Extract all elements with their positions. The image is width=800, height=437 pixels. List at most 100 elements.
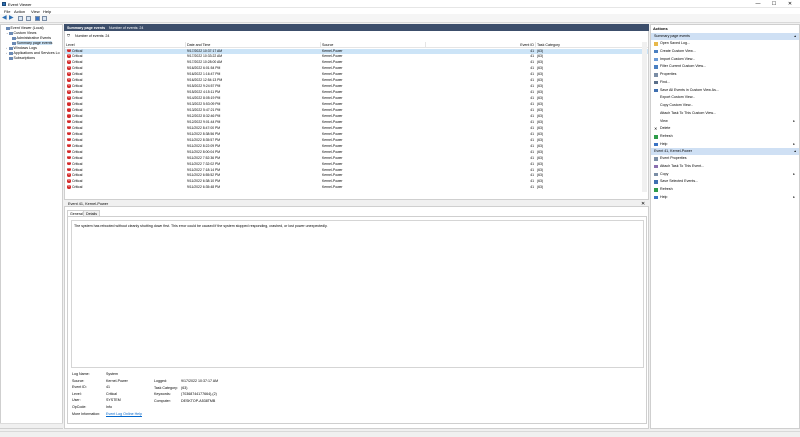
detail-header: Event 41, Kernel-Power ✕ (64, 199, 649, 207)
critical-icon (67, 96, 71, 100)
filter-icon (654, 65, 658, 69)
collapse-arrow-icon[interactable]: ▴ (794, 33, 796, 40)
filter-icon (12, 36, 16, 40)
task-icon (654, 164, 658, 169)
event-description: The system has rebooted without cleanly … (71, 220, 644, 368)
filter-icon[interactable]: ⛉ (67, 33, 70, 38)
up-folder-icon[interactable] (18, 15, 23, 21)
cell-task-category: (63) (537, 185, 544, 190)
critical-icon (67, 72, 71, 76)
action-save-selected-events[interactable]: Save Selected Events... (653, 178, 799, 186)
actions-section-event[interactable]: Event 41, Kernel-Power ▴ (651, 148, 799, 155)
action-create-custom-view[interactable]: Create Custom View... (653, 48, 799, 56)
help-icon[interactable] (35, 15, 40, 21)
action-attach-task-to-this-event[interactable]: Attach Task To This Event... (653, 163, 799, 171)
tree-item-applications-services[interactable]: › Applications and Services Lo (6, 51, 60, 55)
tree-item-custom-views[interactable]: ⌄ Custom Views (6, 31, 36, 35)
action-refresh[interactable]: Refresh (653, 133, 799, 141)
action-delete[interactable]: ✕ Delete (653, 125, 799, 133)
tree-item-subscriptions[interactable]: Subscriptions (6, 56, 35, 60)
critical-icon (67, 107, 71, 112)
property-label: Event ID: (72, 385, 87, 390)
back-arrow-icon[interactable]: ◀ (2, 15, 7, 21)
subscriptions-icon (9, 56, 13, 60)
property-value: (63) (181, 385, 188, 390)
properties-icon (654, 157, 658, 161)
column-source[interactable]: Source (321, 42, 426, 48)
tree-item-windows-logs[interactable]: › Windows Logs (6, 46, 37, 50)
action-copy-custom-view[interactable]: Copy Custom View... (653, 102, 799, 110)
close-button[interactable]: ✕ (784, 0, 796, 8)
help-icon (654, 195, 658, 200)
property-label: Log Name: (72, 372, 90, 376)
tree-item-administrative-events[interactable]: Administrative Events (12, 36, 51, 40)
filter-count: Number of events: 24 (75, 33, 110, 38)
close-icon[interactable]: ✕ (641, 201, 645, 207)
critical-icon (67, 66, 71, 70)
action-open-saved-log[interactable]: Open Saved Log... (653, 40, 799, 48)
folder-icon (9, 46, 13, 50)
collapse-arrow-icon[interactable]: ▴ (794, 148, 796, 155)
property-value: (70368744177664),(2) (181, 392, 217, 397)
action-view[interactable]: View ▸ (653, 118, 799, 126)
action-refresh[interactable]: Refresh (653, 186, 799, 194)
critical-icon (67, 179, 71, 183)
show-hide-tree-icon[interactable] (26, 15, 31, 21)
action-find[interactable]: Find... (653, 79, 799, 87)
folder-icon (9, 51, 13, 55)
critical-icon (67, 173, 71, 178)
properties-icon (654, 73, 658, 77)
maximize-button[interactable]: ☐ (768, 0, 780, 8)
property-value: Info (106, 405, 112, 409)
center-count: Number of events: 24 (109, 25, 144, 30)
action-export-custom-view[interactable]: Export Custom View... (653, 94, 799, 102)
property-label: Task Category: (154, 385, 178, 390)
action-properties[interactable]: Properties (653, 71, 799, 79)
actions-section-summary[interactable]: Summary page events ▴ (651, 33, 799, 40)
critical-icon (67, 54, 71, 59)
filter-bar: ⛉ Number of events: 24 (65, 33, 648, 39)
cell-level: Critical (72, 185, 83, 190)
column-event-id[interactable]: Event ID (426, 42, 536, 48)
events-grid: Level Date and Time Source Event ID Task… (65, 42, 648, 192)
show-hide-action-pane-icon[interactable] (42, 15, 47, 21)
center-title: Summary page events (67, 25, 106, 30)
action-copy[interactable]: Copy ▸ (653, 171, 799, 179)
critical-icon (67, 84, 71, 88)
critical-icon (67, 137, 71, 142)
action-attach-task-to-this-custom-view[interactable]: Attach Task To This Custom View... (653, 110, 799, 118)
tree-item-summary-page-events[interactable]: Summary page events (12, 41, 53, 45)
minimize-button[interactable]: — (752, 0, 764, 8)
column-date-time[interactable]: Date and Time (186, 42, 321, 48)
computer-icon (6, 26, 10, 30)
critical-icon (67, 60, 71, 64)
property-value: DESKTOP-A538TMB (181, 398, 216, 403)
critical-icon (67, 161, 71, 166)
forward-arrow-icon[interactable]: ▶ (9, 15, 14, 21)
grid-vertical-scrollbar[interactable] (642, 42, 647, 192)
window-title: Event Viewer (8, 1, 32, 7)
property-label: User: (72, 398, 81, 403)
action-import-custom-view[interactable]: Import Custom View... (653, 56, 799, 64)
column-level[interactable]: Level (65, 42, 186, 48)
action-filter-current-custom-view[interactable]: Filter Current Custom View... (653, 63, 799, 71)
blank-icon (654, 120, 658, 124)
property-value: Kernel-Power (106, 378, 128, 383)
action-event-properties[interactable]: Event Properties (653, 155, 799, 163)
toolbar: ◀ ▶ (0, 14, 800, 23)
action-help[interactable]: Help ▸ (653, 194, 799, 202)
critical-icon (67, 113, 71, 118)
event-log-help-link[interactable]: Event Log Online Help (106, 412, 142, 416)
property-value: Critical (106, 391, 117, 396)
tree-horizontal-scrollbar[interactable] (0, 423, 63, 428)
critical-icon (67, 155, 71, 160)
critical-icon (67, 119, 71, 124)
refresh-icon (654, 188, 658, 192)
table-row[interactable]: Critical 9/11/2022 6:35:48 PM Kernel-Power… (65, 185, 648, 191)
tree-item-event-viewer-local[interactable]: Event Viewer (Local) (3, 26, 44, 30)
critical-icon (67, 102, 71, 106)
column-task-category[interactable]: Task Category (536, 42, 644, 48)
event-viewer-icon (2, 1, 6, 6)
submenu-arrow-icon: ▸ (793, 194, 795, 199)
action-save-all-events-in-custom-view-as[interactable]: Save All Events in Custom View As... (653, 87, 799, 95)
